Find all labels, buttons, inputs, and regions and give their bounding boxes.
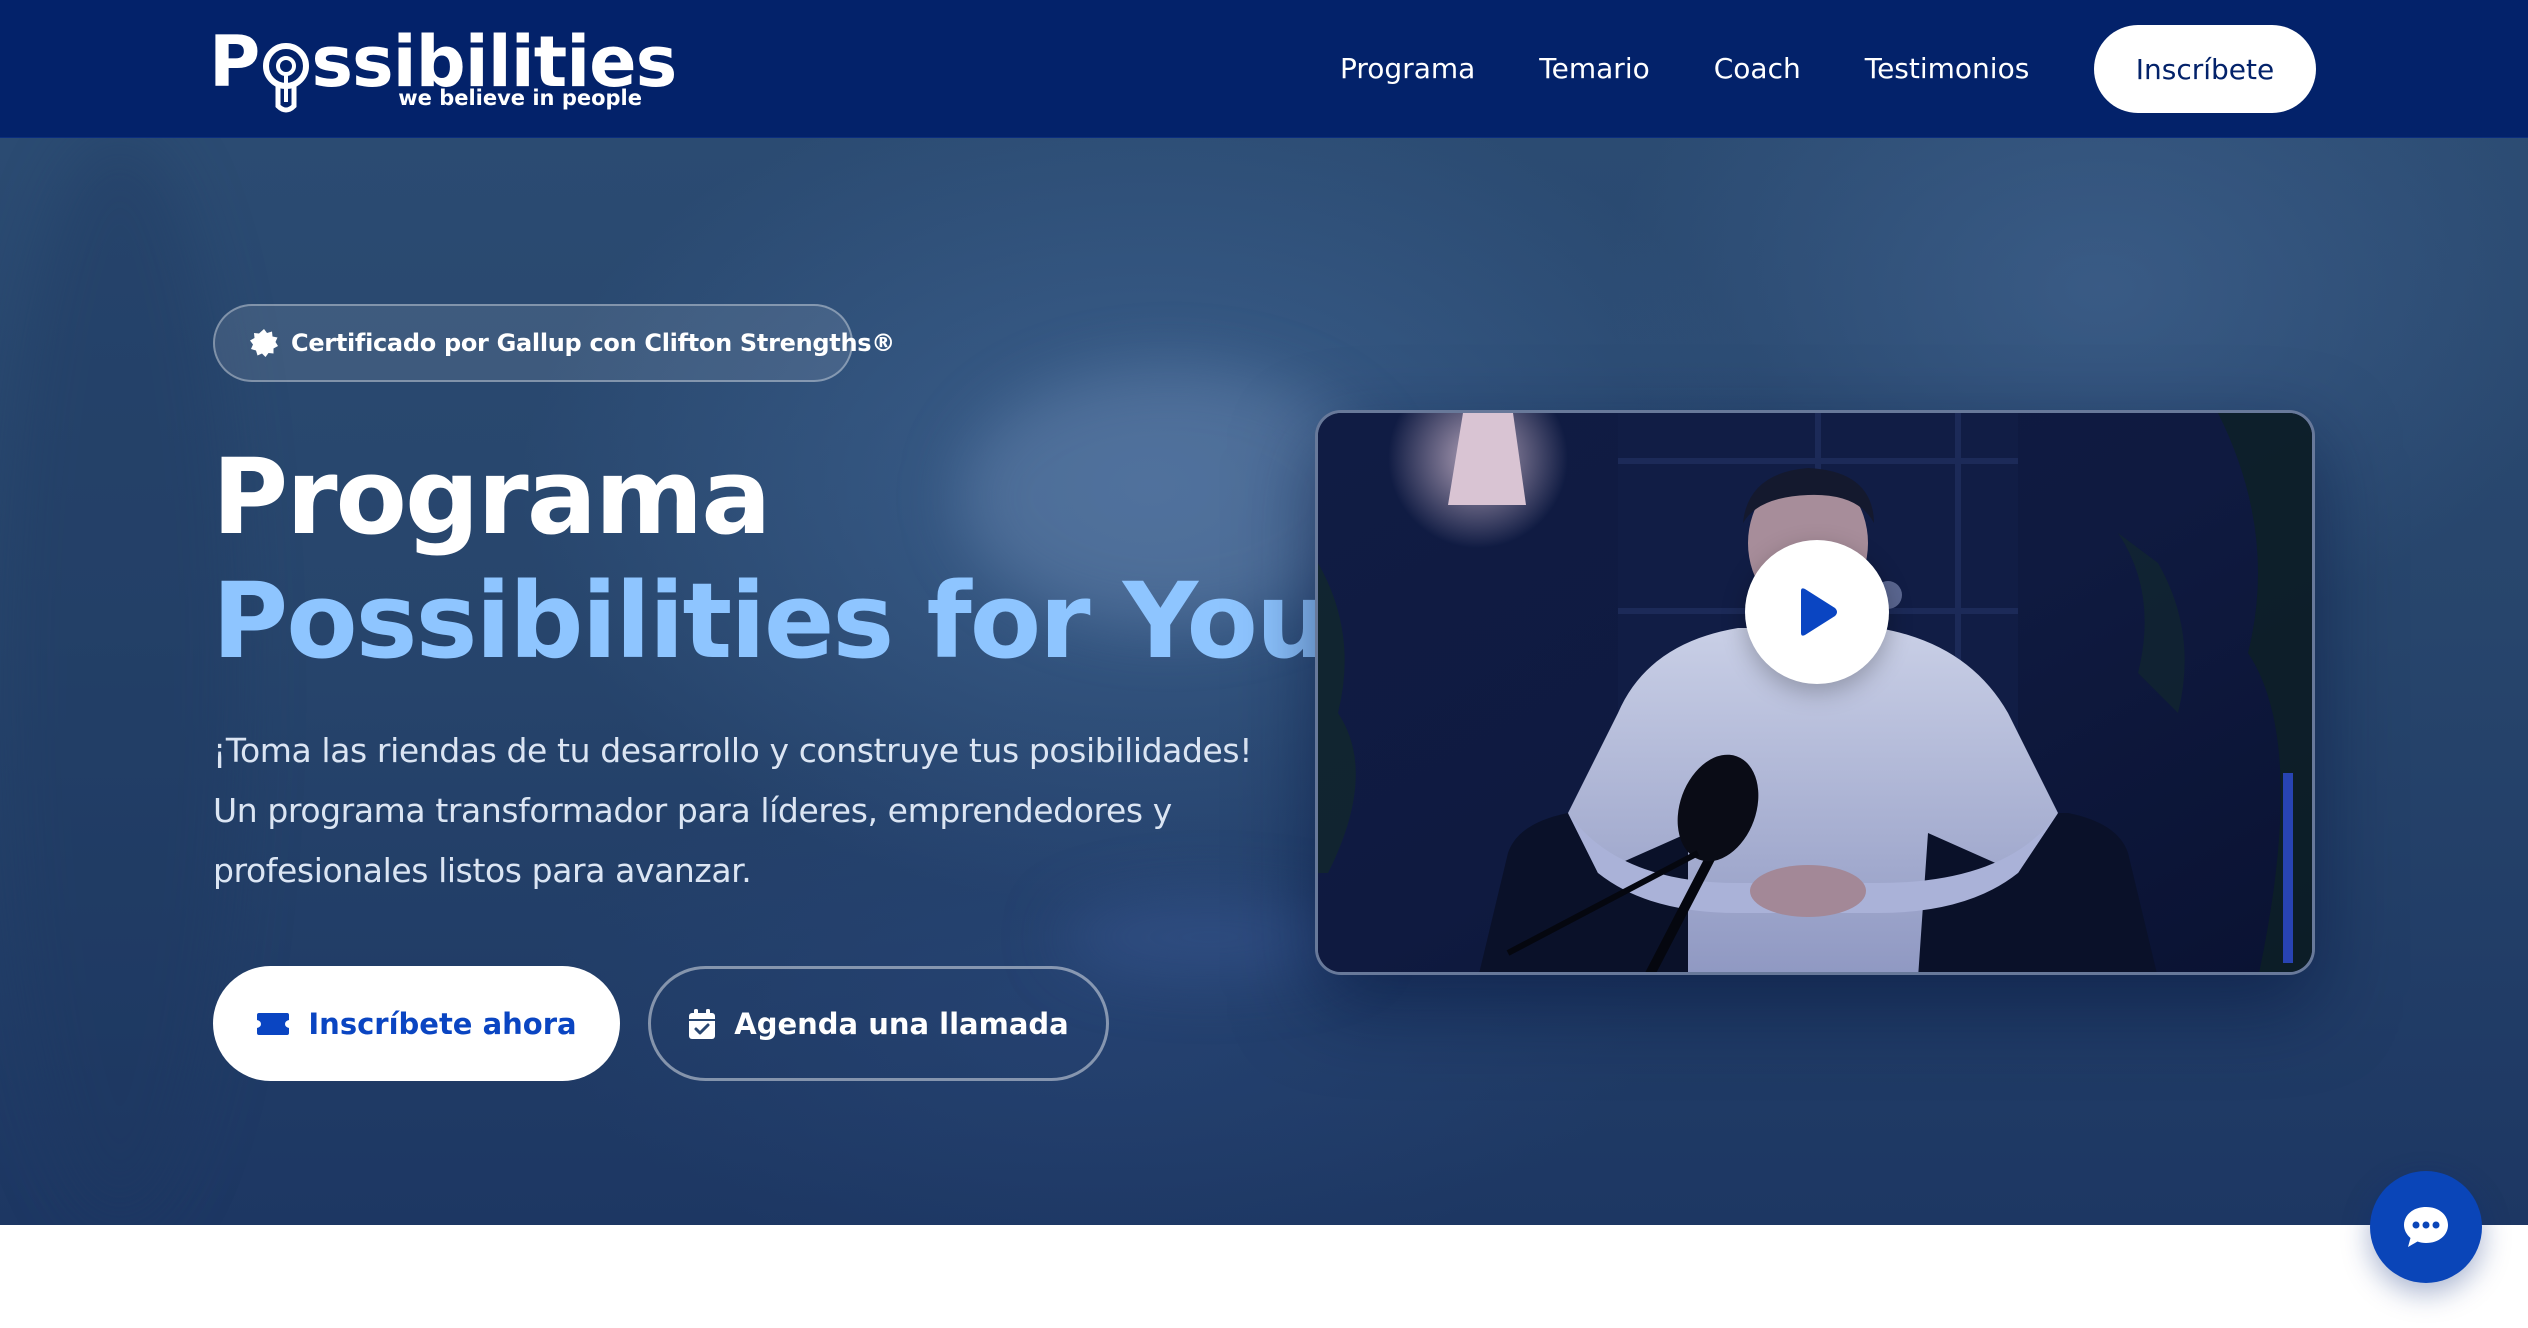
nav-link-temario[interactable]: Temario xyxy=(1539,52,1649,85)
top-navbar: Pssibilities we believe in people Progra… xyxy=(0,0,2528,138)
hero-description-line: profesionales listos para avanzar. xyxy=(213,851,752,890)
agenda-llamada-button[interactable]: Agenda una llamada xyxy=(648,966,1109,1081)
main-nav: Programa Temario Coach Testimonios xyxy=(1340,0,2093,137)
chat-bubble-icon xyxy=(2404,1207,2448,1247)
hero-section: Certificado por Gallup con Clifton Stren… xyxy=(0,137,2528,1225)
play-video-button[interactable] xyxy=(1745,540,1889,684)
play-icon xyxy=(1801,588,1837,636)
calendar-check-icon xyxy=(689,1008,716,1039)
hero-title-line-1: Programa xyxy=(212,436,771,558)
video-thumbnail xyxy=(1318,413,2312,972)
certification-badge-text: Certificado por Gallup con Clifton Stren… xyxy=(291,329,895,357)
hero-description: ¡Toma las riendas de tu desarrollo y con… xyxy=(213,721,1253,901)
ticket-icon xyxy=(257,1012,290,1035)
inscribete-ahora-label: Inscríbete ahora xyxy=(308,1006,577,1041)
hero-description-line: Un programa transformador para líderes, … xyxy=(213,791,1172,830)
nav-inscribete-button[interactable]: Inscríbete xyxy=(2094,25,2316,113)
background-blur-decoration xyxy=(0,137,240,1225)
chat-support-button[interactable] xyxy=(2370,1171,2482,1283)
nav-link-programa[interactable]: Programa xyxy=(1340,52,1475,85)
certification-badge: Certificado por Gallup con Clifton Stren… xyxy=(213,304,895,382)
nav-link-coach[interactable]: Coach xyxy=(1714,52,1801,85)
lightbulb-logo-icon xyxy=(263,43,309,113)
agenda-llamada-label: Agenda una llamada xyxy=(734,1006,1069,1041)
hero-title-line-2: Possibilities for You xyxy=(212,560,1330,682)
intro-video-player[interactable] xyxy=(1315,410,2315,975)
brand-tagline: we believe in people xyxy=(398,86,642,110)
nav-link-testimonios[interactable]: Testimonios xyxy=(1865,52,2030,85)
brand-logo[interactable]: Pssibilities we believe in people xyxy=(209,22,677,114)
inscribete-ahora-button[interactable]: Inscríbete ahora xyxy=(213,966,620,1081)
hero-description-line: ¡Toma las riendas de tu desarrollo y con… xyxy=(213,731,1253,770)
seal-check-icon xyxy=(249,328,279,358)
